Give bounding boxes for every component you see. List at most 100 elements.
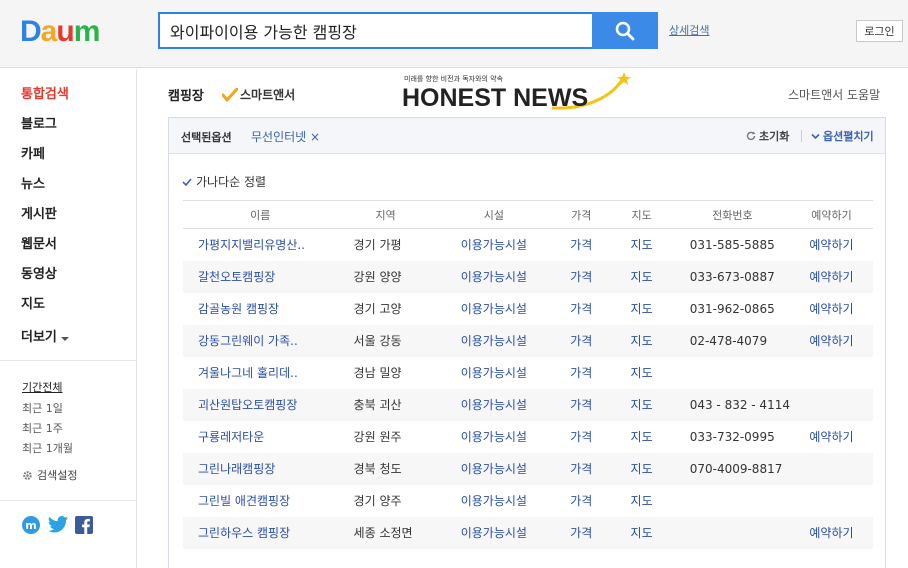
facility-link[interactable]: 이용가능시설	[433, 516, 555, 549]
expand-label: 옵션펼치기	[823, 130, 874, 143]
price-link[interactable]: 가격	[554, 485, 608, 517]
nav-more-label: 더보기	[21, 330, 57, 345]
campsite-name-link[interactable]: 감골농원 캠핑장	[183, 293, 338, 325]
nav-item-web[interactable]: 웹문서	[0, 233, 136, 263]
campsite-name-link[interactable]: 가평지지밸리유명산..	[183, 229, 338, 261]
table-row: 갈천오토캠핑장 강원 양양 이용가능시설 가격 지도 033-673-0887 예약하기	[183, 260, 873, 293]
main-content: 캠핑장 스마트앤서 미래를 향한 비전과 독자와의 약속 HONEST NEWS…	[137, 69, 908, 568]
facility-link[interactable]: 이용가능시설	[433, 324, 555, 357]
facebook-icon[interactable]	[75, 516, 93, 534]
map-link[interactable]: 지도	[608, 421, 674, 453]
twitter-icon[interactable]	[47, 515, 69, 535]
campsite-name-link[interactable]: 겨울나그네 홀리데..	[183, 357, 338, 389]
left-sidebar: 통합검색 블로그 카페 뉴스 게시판 웹문서 동영상 지도 더보기 기간전체 최…	[0, 69, 137, 568]
search-box	[158, 12, 593, 49]
facility-link[interactable]: 이용가능시설	[434, 421, 554, 453]
nav-item-map[interactable]: 지도	[0, 293, 136, 323]
price-link[interactable]: 가격	[554, 357, 608, 389]
expand-options-button[interactable]: 옵션펼치기	[811, 128, 874, 144]
facility-link[interactable]: 이용가능시설	[433, 452, 555, 485]
search-icon	[615, 21, 635, 40]
campsite-name-link[interactable]: 그린하우스 캠핑장	[183, 516, 338, 549]
nav-item-blog[interactable]: 블로그	[0, 113, 136, 143]
column-header-reserve: 예약하기	[789, 200, 873, 229]
refresh-icon	[746, 131, 756, 141]
nav-item-board[interactable]: 게시판	[0, 203, 136, 233]
facility-link[interactable]: 이용가능시설	[433, 388, 555, 421]
campsite-name-link[interactable]: 구룡레저타운	[183, 421, 338, 453]
reserve-link[interactable]: 예약하기	[789, 516, 873, 549]
map-link[interactable]: 지도	[608, 324, 675, 357]
price-link[interactable]: 가격	[554, 324, 609, 357]
reserve-link	[789, 388, 873, 421]
price-link[interactable]: 가격	[554, 421, 608, 453]
facility-link[interactable]: 이용가능시설	[433, 260, 555, 293]
nav-item-news[interactable]: 뉴스	[0, 173, 136, 203]
option-chip-wireless[interactable]: 무선인터넷 ×	[251, 128, 320, 145]
map-link[interactable]: 지도	[608, 452, 675, 485]
facility-link[interactable]: 이용가능시설	[434, 229, 554, 261]
daum-logo[interactable]: Daum	[20, 15, 100, 48]
phone-cell: 033-732-0995	[689, 429, 775, 444]
table-row: 그린빌 애견캠핑장 경기 양주 이용가능시설 가격 지도	[183, 485, 873, 517]
price-link[interactable]: 가격	[554, 229, 608, 261]
table-row: 구룡레저타운 강원 원주 이용가능시설 가격 지도 033-732-0995 예약하기	[183, 421, 873, 453]
price-link[interactable]: 가격	[554, 452, 609, 485]
nav-item-integrated[interactable]: 통합검색	[0, 83, 136, 113]
remove-option-icon[interactable]: ×	[310, 130, 320, 144]
campsite-name-link[interactable]: 괴산원탑오토캠핑장	[183, 388, 338, 421]
search-button[interactable]	[592, 12, 658, 49]
price-link[interactable]: 가격	[554, 388, 609, 421]
period-1month[interactable]: 최근 1개월	[22, 440, 73, 460]
map-link[interactable]: 지도	[608, 388, 675, 421]
mypeople-icon[interactable]: m	[21, 515, 41, 535]
sort-alphabetical[interactable]: 가나다순 정렬	[182, 173, 266, 190]
period-1week[interactable]: 최근 1주	[22, 420, 73, 440]
map-link[interactable]: 지도	[608, 357, 674, 389]
period-filter: 기간전체 최근 1일 최근 1주 최근 1개월	[22, 379, 73, 460]
honest-news-banner[interactable]: 미래를 향한 비전과 독자와의 약속 HONEST NEWS	[402, 70, 634, 116]
column-header-facility: 시설	[433, 200, 555, 229]
reserve-link[interactable]: 예약하기	[790, 229, 873, 261]
period-all[interactable]: 기간전체	[22, 379, 73, 395]
phone-cell: 031-962-0865	[689, 301, 775, 316]
nav-item-more[interactable]: 더보기	[0, 323, 136, 353]
campsite-name-link[interactable]: 그린빌 애견캠핑장	[183, 485, 338, 517]
map-link[interactable]: 지도	[608, 516, 675, 549]
region-cell: 세종 소정면	[337, 516, 434, 549]
reserve-link[interactable]: 예약하기	[790, 293, 873, 325]
social-share: m	[21, 515, 93, 535]
price-link[interactable]: 가격	[554, 260, 609, 293]
nav-item-cafe[interactable]: 카페	[0, 143, 136, 173]
column-header-phone: 전화번호	[674, 200, 790, 229]
reset-options-button[interactable]: 초기화	[746, 128, 789, 144]
smart-answer-badge: 스마트앤서	[222, 86, 295, 103]
facility-link[interactable]: 이용가능시설	[434, 485, 554, 517]
map-link[interactable]: 지도	[608, 229, 674, 261]
map-link[interactable]: 지도	[608, 260, 675, 293]
column-header-name: 이름	[183, 200, 338, 229]
detail-search-link[interactable]: 상세검색	[669, 22, 709, 38]
caret-down-icon	[60, 337, 69, 341]
login-button[interactable]: 로그인	[856, 20, 903, 42]
nav-item-video[interactable]: 동영상	[0, 263, 136, 293]
facility-link[interactable]: 이용가능시설	[434, 293, 554, 325]
smart-answer-help-link[interactable]: 스마트앤서 도움말	[788, 86, 880, 103]
campsite-name-link[interactable]: 그린나래캠핑장	[183, 452, 338, 485]
reserve-link[interactable]: 예약하기	[790, 421, 873, 453]
price-link[interactable]: 가격	[554, 293, 608, 325]
campsite-name-link[interactable]: 갈천오토캠핑장	[183, 260, 338, 293]
map-link[interactable]: 지도	[608, 293, 674, 325]
campsite-name-link[interactable]: 강동그린웨이 가족..	[183, 324, 338, 357]
map-link[interactable]: 지도	[608, 485, 674, 517]
period-1day[interactable]: 최근 1일	[22, 400, 73, 420]
search-category-nav: 통합검색 블로그 카페 뉴스 게시판 웹문서 동영상 지도 더보기	[0, 69, 136, 353]
search-settings-link[interactable]: 검색설정	[22, 467, 77, 483]
price-link[interactable]: 가격	[554, 516, 609, 549]
table-row: 괴산원탑오토캠핑장 충북 괴산 이용가능시설 가격 지도 043 - 832 - 4114	[183, 388, 873, 421]
reserve-link[interactable]: 예약하기	[789, 260, 873, 293]
search-input[interactable]	[160, 14, 593, 47]
facility-link[interactable]: 이용가능시설	[434, 357, 554, 389]
region-cell: 경남 밀양	[353, 366, 402, 380]
reserve-link[interactable]: 예약하기	[789, 324, 873, 357]
